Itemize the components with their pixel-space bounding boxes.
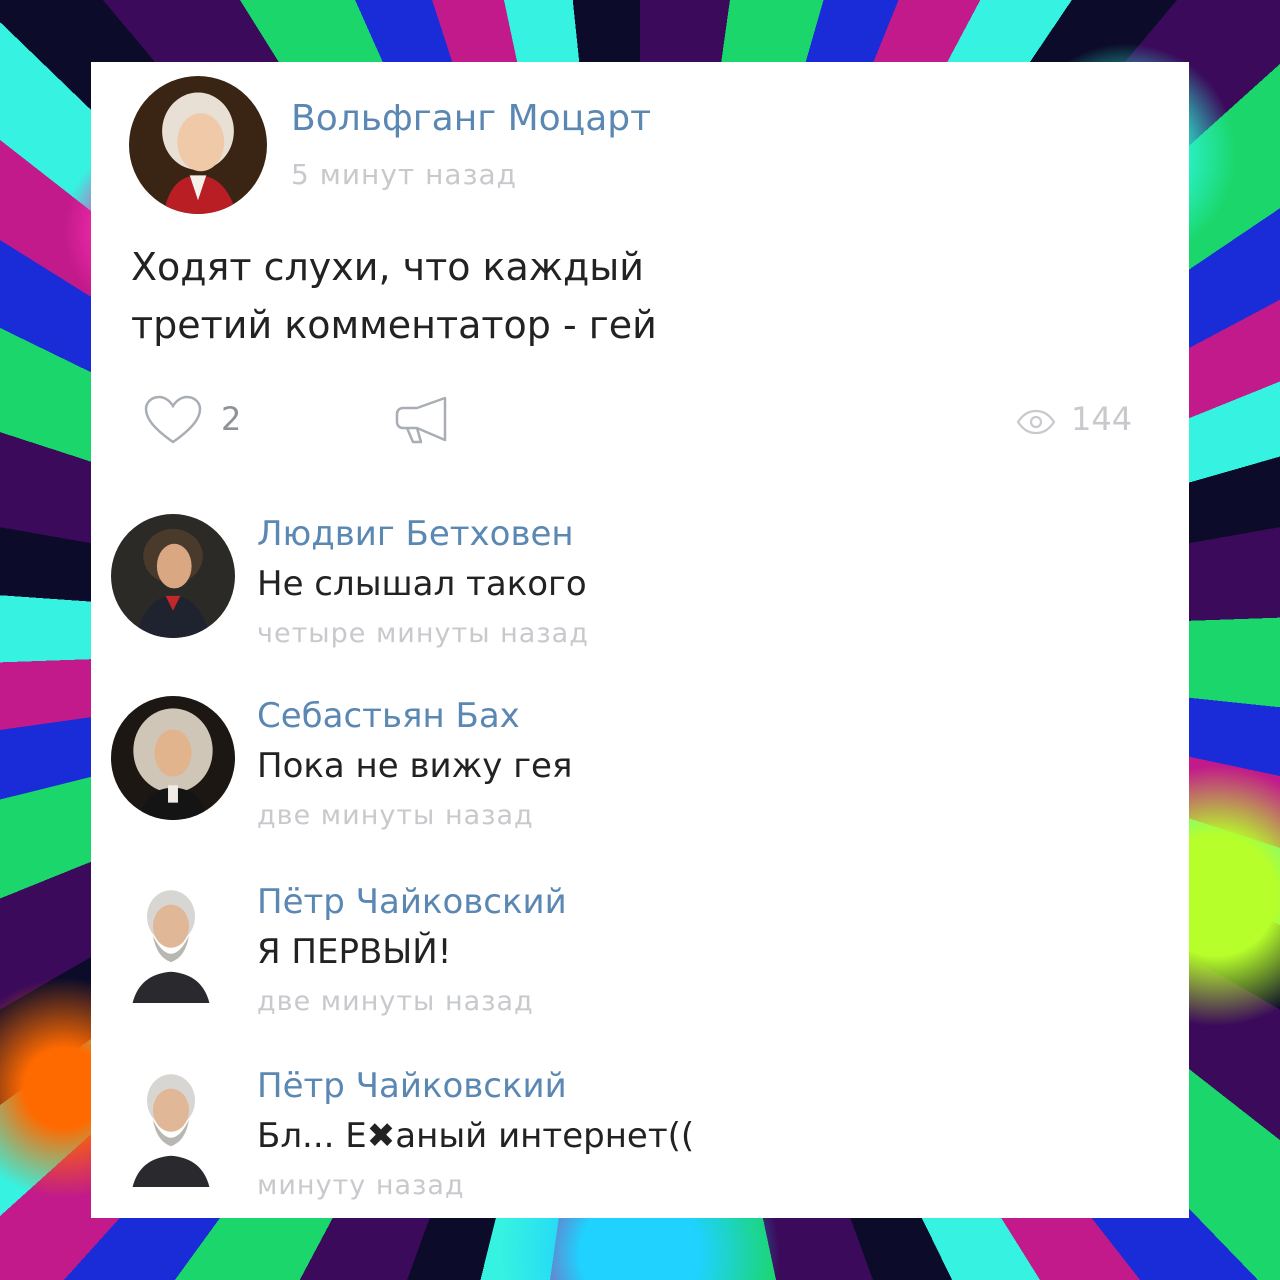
- heart-icon[interactable]: [143, 394, 203, 446]
- post-card: Вольфганг Моцарт 5 минут назад Ходят слу…: [91, 62, 1189, 1218]
- comment-timestamp: две минуты назад: [257, 986, 534, 1017]
- megaphone-icon[interactable]: [393, 394, 449, 446]
- views-count: 144: [1071, 400, 1133, 438]
- comment-text: Бл... Е✖аный интернет((: [257, 1116, 695, 1156]
- comment-author-name[interactable]: Пётр Чайковский: [257, 1066, 567, 1106]
- post-author-name[interactable]: Вольфганг Моцарт: [291, 98, 651, 139]
- comment-author-avatar[interactable]: [111, 696, 235, 820]
- post-author-avatar[interactable]: [129, 76, 267, 214]
- comment-text: Пока не вижу гея: [257, 746, 573, 786]
- comment-author-name[interactable]: Себастьян Бах: [257, 696, 520, 736]
- like-count: 2: [221, 400, 242, 438]
- comment-text: Не слышал такого: [257, 564, 587, 604]
- comment-author-avatar[interactable]: [123, 882, 219, 1004]
- post-timestamp: 5 минут назад: [291, 158, 517, 191]
- comment-author-name[interactable]: Людвиг Бетховен: [257, 514, 574, 554]
- eye-icon: [1016, 409, 1056, 435]
- comment-author-name[interactable]: Пётр Чайковский: [257, 882, 567, 922]
- comment-author-avatar[interactable]: [111, 514, 235, 638]
- post-text-line: третий комментатор - гей: [131, 303, 657, 347]
- post-text-line: Ходят слухи, что каждый: [131, 245, 644, 289]
- comment-text: Я ПЕРВЫЙ!: [257, 932, 452, 972]
- comment-timestamp: две минуты назад: [257, 800, 534, 831]
- comment-author-avatar[interactable]: [123, 1066, 219, 1188]
- post-text: Ходят слухи, что каждый третий комментат…: [131, 238, 1031, 354]
- comment-timestamp: четыре минуты назад: [257, 618, 589, 649]
- comment-timestamp: минуту назад: [257, 1170, 465, 1201]
